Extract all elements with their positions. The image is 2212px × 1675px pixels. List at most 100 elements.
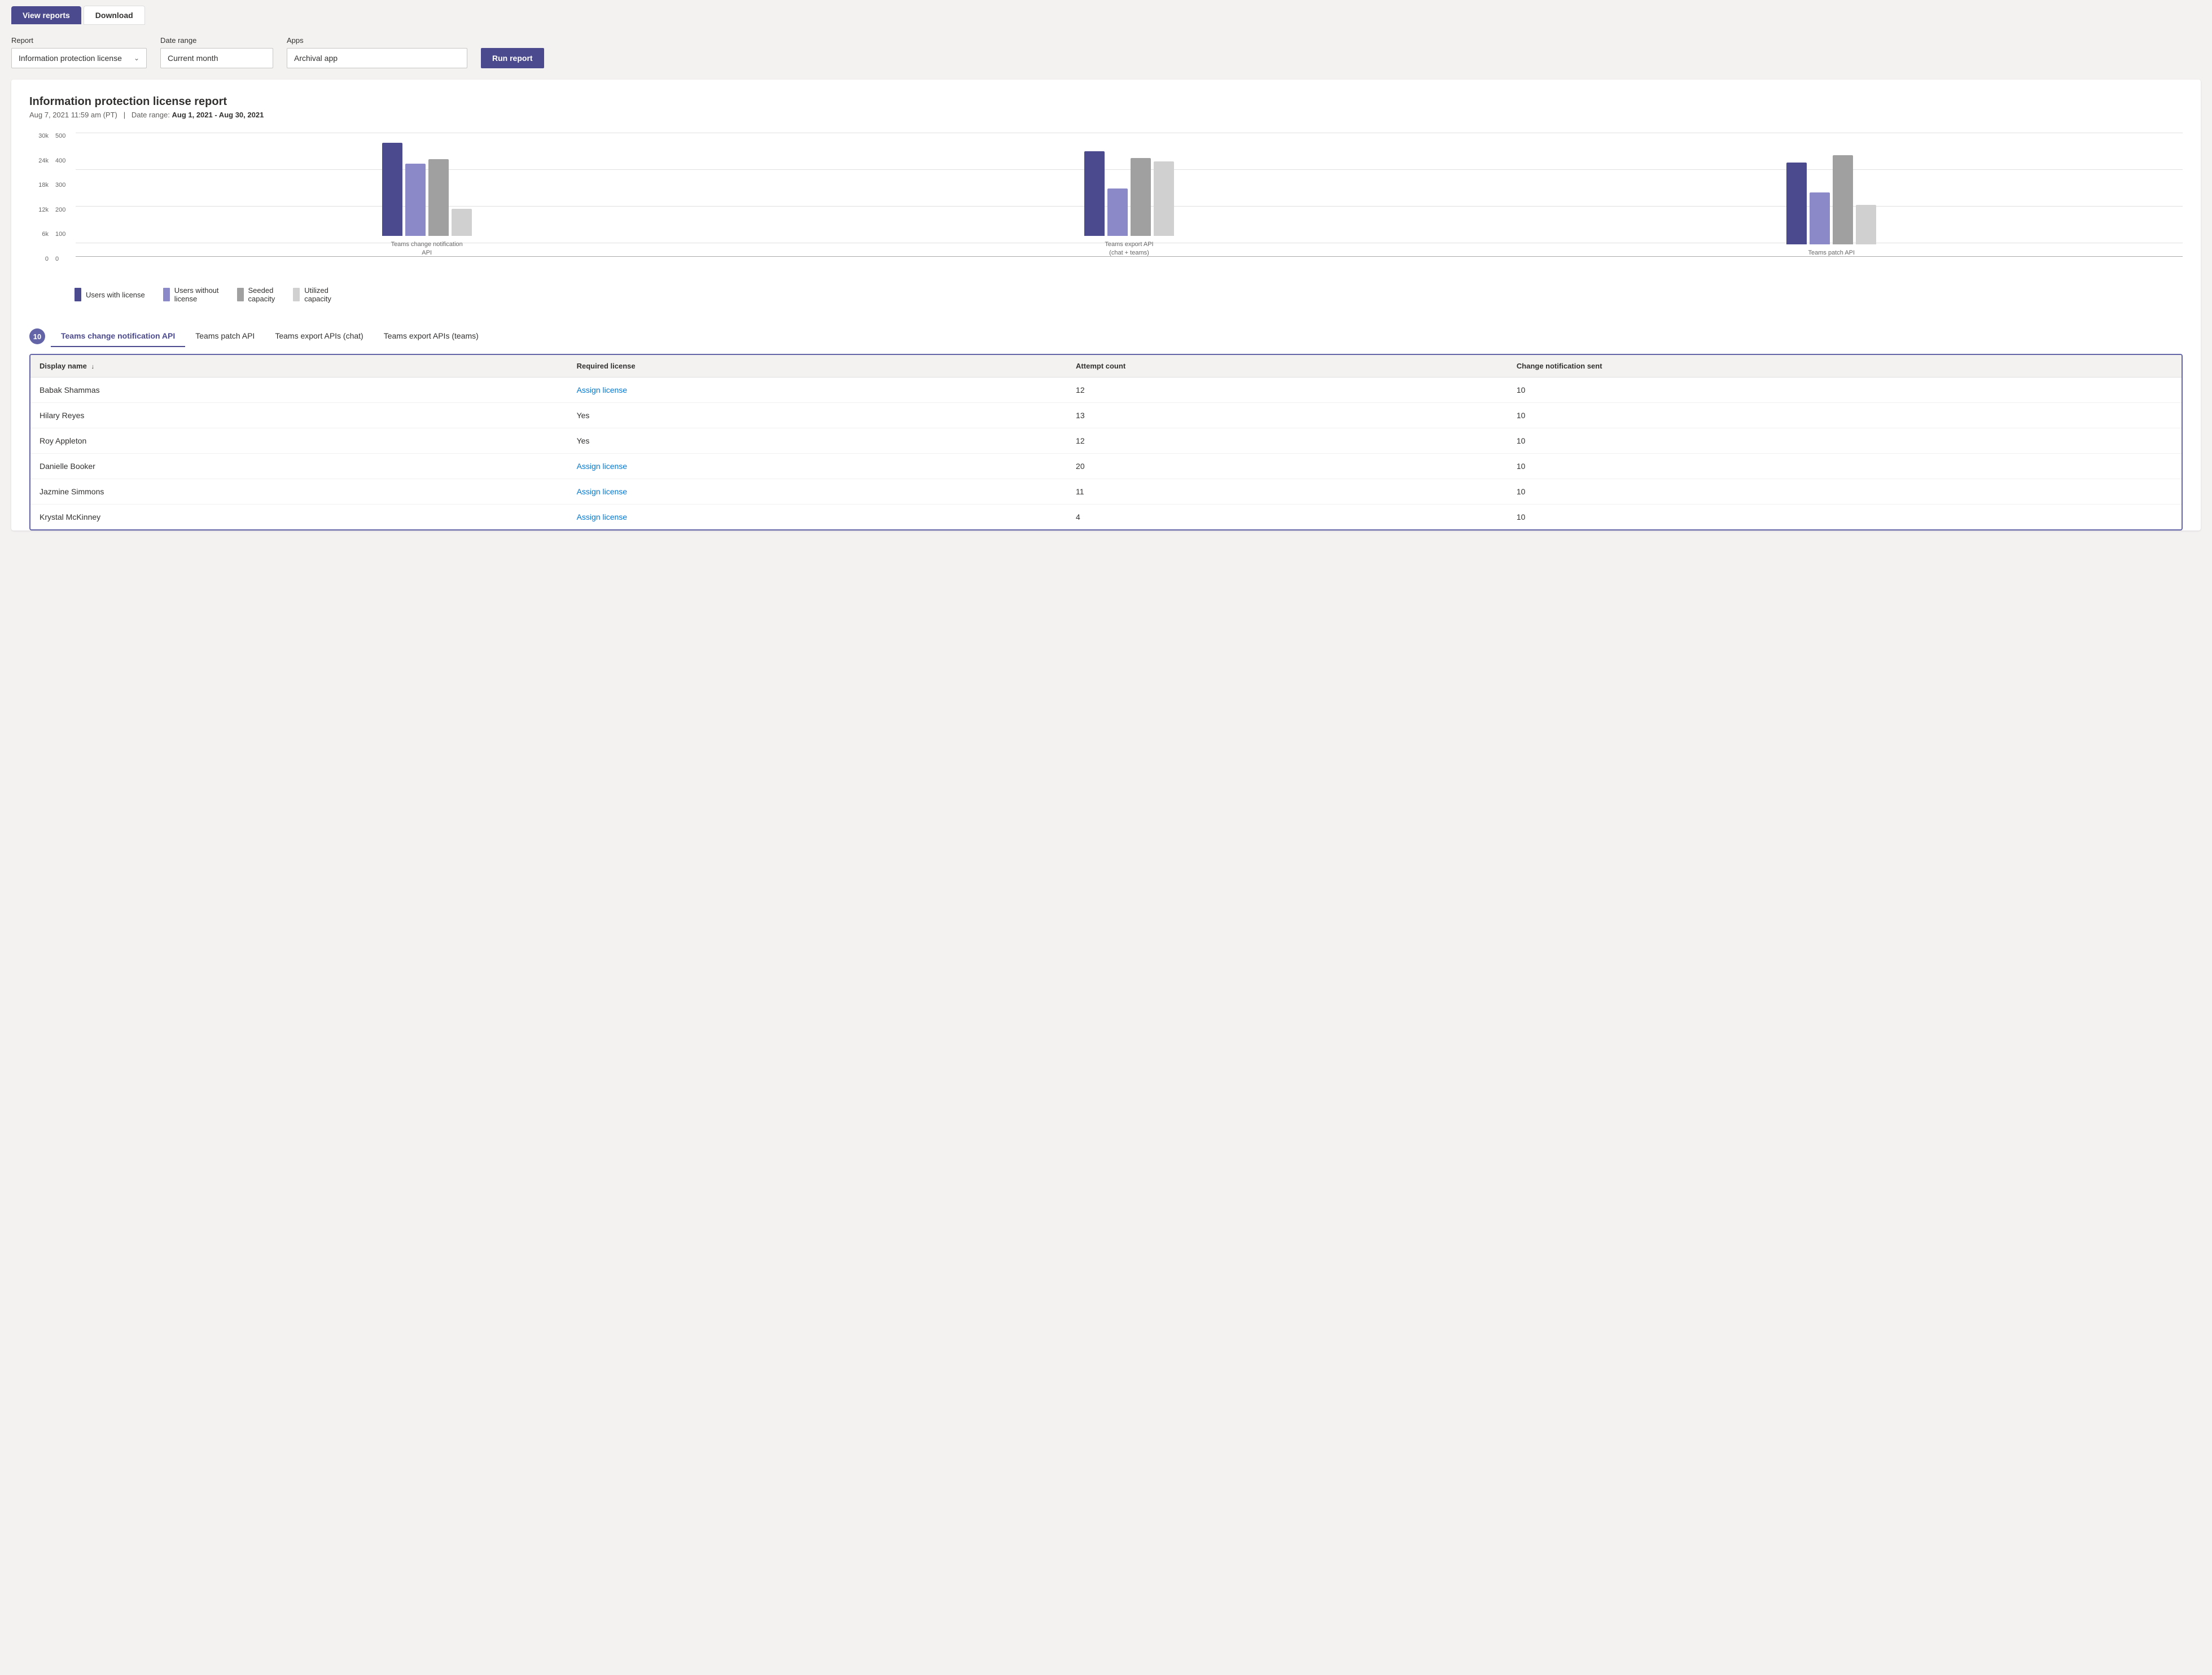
bar-3-utilized-capacity — [1856, 205, 1876, 244]
assign-license-link-6[interactable]: Assign license — [577, 512, 628, 521]
bar-3-seeded-capacity — [1833, 155, 1853, 244]
legend-label-utilized-capacity: Utilizedcapacity — [304, 286, 331, 303]
col-header-display-name[interactable]: Display name ↓ — [30, 355, 568, 378]
y-axis-left-label-4: 6k — [29, 231, 49, 238]
cell-attempt-count-1: 12 — [1067, 378, 1508, 403]
col-header-required-license-label: Required license — [577, 362, 636, 370]
assign-license-link-1[interactable]: Assign license — [577, 385, 628, 394]
download-tab[interactable]: Download — [84, 6, 145, 25]
cell-display-name-3: Roy Appleton — [30, 428, 568, 454]
col-header-required-license: Required license — [568, 355, 1067, 378]
report-date-range-prefix: Date range: — [132, 111, 170, 119]
table-row: Babak Shammas Assign license 12 10 — [30, 378, 2182, 403]
bar-2-utilized-capacity — [1154, 161, 1174, 236]
y-axis-left-label-2: 18k — [29, 182, 49, 188]
bar-group-1-bars — [382, 143, 472, 236]
apps-filter-group: Apps Archival app — [287, 36, 467, 68]
report-filter-value: Information protection license — [19, 54, 122, 63]
y-axis-left-label-5: 0 — [29, 256, 49, 262]
cell-display-name-4: Danielle Booker — [30, 454, 568, 479]
data-tabs-section: 10 Teams change notification API Teams p… — [29, 317, 2183, 530]
legend-swatch-utilized-capacity — [293, 288, 300, 301]
y-axis-right-label-5: 0 — [55, 256, 73, 262]
run-report-button[interactable]: Run report — [481, 48, 544, 68]
view-reports-tab[interactable]: View reports — [11, 6, 81, 24]
table-head: Display name ↓ Required license Attempt … — [30, 355, 2182, 378]
bar-group-3-bars — [1786, 155, 1876, 244]
cell-attempt-count-6: 4 — [1067, 505, 1508, 530]
table-row: Jazmine Simmons Assign license 11 10 — [30, 479, 2182, 505]
bar-2-users-with-license — [1084, 151, 1105, 236]
y-axis-left-label-0: 30k — [29, 133, 49, 139]
data-tab-badge: 10 — [29, 328, 45, 344]
legend-swatch-users-with-license — [75, 288, 81, 301]
tab-teams-patch-api[interactable]: Teams patch API — [185, 326, 265, 347]
cell-display-name-2: Hilary Reyes — [30, 403, 568, 428]
bar-group-1-label: Teams change notification API — [387, 240, 466, 257]
y-axis-right-label-4: 100 — [55, 231, 73, 238]
report-date-range-value: Aug 1, 2021 - Aug 30, 2021 — [172, 111, 264, 119]
bar-2-users-without-license — [1107, 188, 1128, 236]
cell-required-license-2: Yes — [568, 403, 1067, 428]
col-header-change-notification-sent: Change notification sent — [1508, 355, 2182, 378]
tab-teams-change-notification-api[interactable]: Teams change notification API — [51, 326, 185, 347]
data-tabs-row: 10 Teams change notification API Teams p… — [29, 317, 2183, 347]
cell-attempt-count-4: 20 — [1067, 454, 1508, 479]
report-filter-group: Report Information protection license ⌄ — [11, 36, 147, 68]
tab-teams-export-apis-teams[interactable]: Teams export APIs (teams) — [374, 326, 489, 347]
bar-3-users-with-license — [1786, 163, 1807, 244]
y-axis-right-label-1: 400 — [55, 157, 73, 164]
date-range-filter-value: Current month — [168, 54, 218, 63]
bar-2-seeded-capacity — [1131, 158, 1151, 236]
bar-3-users-without-license — [1810, 192, 1830, 244]
assign-license-link-4[interactable]: Assign license — [577, 462, 628, 471]
apps-filter-label: Apps — [287, 36, 467, 45]
legend-label-users-with-license: Users with license — [86, 291, 145, 299]
table-body: Babak Shammas Assign license 12 10 Hilar… — [30, 378, 2182, 530]
date-range-filter-label: Date range — [160, 36, 273, 45]
table-row: Danielle Booker Assign license 20 10 — [30, 454, 2182, 479]
legend-label-seeded-capacity: Seededcapacity — [248, 286, 275, 303]
report-timestamp: Aug 7, 2021 11:59 am (PT) — [29, 111, 117, 119]
bar-group-3-label: Teams patch API — [1808, 249, 1855, 257]
sort-arrow-display-name: ↓ — [91, 363, 94, 370]
legend-users-without-license: Users withoutlicense — [163, 286, 219, 303]
report-filter-label: Report — [11, 36, 147, 45]
y-axis-right: 500 400 300 200 100 0 — [53, 133, 73, 262]
bar-group-1: Teams change notification API — [382, 143, 472, 257]
bar-1-seeded-capacity — [428, 159, 449, 236]
cell-change-notification-sent-1: 10 — [1508, 378, 2182, 403]
top-tab-bar: View reports Download — [0, 0, 2212, 25]
table-row: Hilary Reyes Yes 13 10 — [30, 403, 2182, 428]
cell-required-license-4: Assign license — [568, 454, 1067, 479]
report-filter-chevron-icon: ⌄ — [134, 54, 139, 62]
col-header-display-name-label: Display name — [40, 362, 87, 370]
chart-legend: Users with license Users withoutlicense … — [75, 286, 2183, 303]
legend-seeded-capacity: Seededcapacity — [237, 286, 275, 303]
col-header-attempt-count-label: Attempt count — [1076, 362, 1125, 370]
tab-teams-export-apis-chat[interactable]: Teams export APIs (chat) — [265, 326, 373, 347]
cell-attempt-count-2: 13 — [1067, 403, 1508, 428]
cell-required-license-5: Assign license — [568, 479, 1067, 505]
bar-groups: Teams change notification API Teams expo… — [76, 133, 2183, 257]
cell-change-notification-sent-2: 10 — [1508, 403, 2182, 428]
table-row: Krystal McKinney Assign license 4 10 — [30, 505, 2182, 530]
bar-group-2: Teams export API(chat + teams) — [1084, 151, 1174, 257]
report-filter-select[interactable]: Information protection license ⌄ — [11, 48, 147, 68]
apps-filter-select[interactable]: Archival app — [287, 48, 467, 68]
cell-display-name-6: Krystal McKinney — [30, 505, 568, 530]
cell-change-notification-sent-6: 10 — [1508, 505, 2182, 530]
bar-group-2-label: Teams export API(chat + teams) — [1105, 240, 1153, 257]
col-header-change-notification-sent-label: Change notification sent — [1517, 362, 1602, 370]
table-header-row: Display name ↓ Required license Attempt … — [30, 355, 2182, 378]
y-axis-left-label-1: 24k — [29, 157, 49, 164]
legend-swatch-seeded-capacity — [237, 288, 244, 301]
date-range-filter-select[interactable]: Current month — [160, 48, 273, 68]
chart-body: Teams change notification API Teams expo… — [76, 133, 2183, 279]
legend-utilized-capacity: Utilizedcapacity — [293, 286, 331, 303]
cell-display-name-1: Babak Shammas — [30, 378, 568, 403]
cell-change-notification-sent-4: 10 — [1508, 454, 2182, 479]
cell-display-name-5: Jazmine Simmons — [30, 479, 568, 505]
data-table-wrapper: Display name ↓ Required license Attempt … — [29, 354, 2183, 530]
assign-license-link-5[interactable]: Assign license — [577, 487, 628, 496]
